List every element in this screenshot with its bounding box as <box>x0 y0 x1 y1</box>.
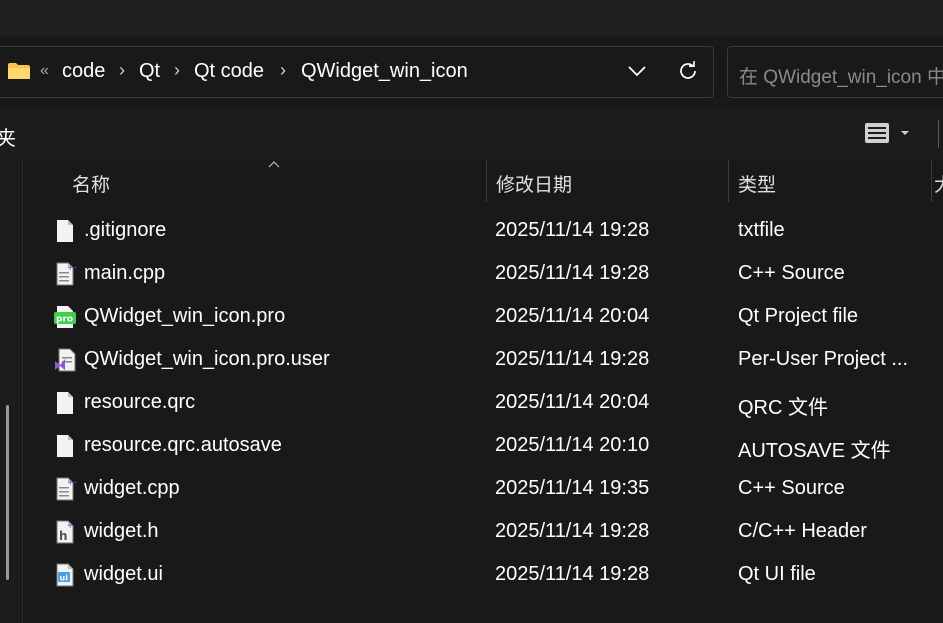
file-date: 2025/11/14 20:10 <box>495 434 650 456</box>
file-row[interactable]: .gitignore 2025/11/14 19:28 txtfile <box>45 209 943 252</box>
column-separator[interactable] <box>486 160 487 202</box>
file-date: 2025/11/14 19:28 <box>495 520 650 542</box>
file-name: widget.ui <box>84 563 163 585</box>
file-type: AUTOSAVE 文件 <box>738 440 891 462</box>
breadcrumb-qt[interactable]: Qt <box>139 60 160 83</box>
file-name: resource.qrc <box>84 391 196 413</box>
file-type: Per-User Project ... <box>738 348 909 370</box>
file-row[interactable]: QWidget_win_icon.pro.user 2025/11/14 19:… <box>45 338 943 381</box>
text-file-icon <box>57 392 73 414</box>
svg-text:+: + <box>67 521 74 530</box>
file-name: resource.qrc.autosave <box>84 434 282 456</box>
text-file-icon <box>57 435 73 457</box>
file-row[interactable]: resource.qrc 2025/11/14 20:04 QRC 文件 <box>45 381 943 424</box>
file-type: C++ Source <box>738 477 845 499</box>
file-type: txtfile <box>738 219 785 241</box>
file-name: .gitignore <box>84 219 167 241</box>
breadcrumb-qt-code[interactable]: Qt code <box>194 60 264 83</box>
svg-text:pro: pro <box>56 315 73 325</box>
header-file-icon: h + <box>56 520 74 544</box>
file-row[interactable]: pro QWidget_win_icon.pro 2025/11/14 20:0… <box>45 295 943 338</box>
file-name: QWidget_win_icon.pro <box>84 305 286 327</box>
breadcrumb-separator[interactable]: › <box>119 60 125 81</box>
file-type: Qt Project file <box>738 305 859 327</box>
file-date: 2025/11/14 20:04 <box>495 305 650 327</box>
breadcrumb-current-folder[interactable]: QWidget_win_icon <box>301 60 468 83</box>
file-name: main.cpp <box>84 262 166 284</box>
file-type: Qt UI file <box>738 563 816 585</box>
pane-divider[interactable] <box>22 160 23 623</box>
file-type: C++ Source <box>738 262 845 284</box>
breadcrumb-separator[interactable]: › <box>280 60 286 81</box>
navigation-scrollbar[interactable] <box>6 405 9 580</box>
file-name: widget.cpp <box>84 477 180 499</box>
file-date: 2025/11/14 19:28 <box>495 262 650 284</box>
sort-ascending-icon <box>268 161 280 168</box>
file-row[interactable]: ui widget.ui 2025/11/14 19:28 Qt UI file <box>45 553 943 596</box>
column-header-size[interactable]: 大 <box>934 170 943 197</box>
visual-studio-file-icon <box>55 348 76 372</box>
qt-ui-file-icon: ui <box>56 563 74 587</box>
command-bar <box>0 110 943 160</box>
file-date: 2025/11/14 19:28 <box>495 219 650 241</box>
svg-text:h: h <box>59 529 68 543</box>
file-type: C/C++ Header <box>738 520 867 542</box>
command-bar-label[interactable]: 夹 <box>0 122 16 151</box>
file-row[interactable]: h + widget.h 2025/11/14 19:28 C/C++ Head… <box>45 510 943 553</box>
column-separator[interactable] <box>728 160 729 202</box>
file-date: 2025/11/14 19:35 <box>495 477 650 499</box>
file-row[interactable]: ++ widget.cpp 2025/11/14 19:35 C++ Sourc… <box>45 467 943 510</box>
chevron-down-icon[interactable] <box>627 64 647 78</box>
file-date: 2025/11/14 19:28 <box>495 348 650 370</box>
list-view-icon[interactable] <box>864 122 890 144</box>
column-separator[interactable] <box>931 160 932 202</box>
breadcrumb-overflow[interactable]: « <box>40 62 49 80</box>
file-date: 2025/11/14 19:28 <box>495 563 650 585</box>
file-type: QRC 文件 <box>738 397 828 419</box>
navigation-pane <box>0 160 22 623</box>
file-row[interactable]: ++ main.cpp 2025/11/14 19:28 C++ Source <box>45 252 943 295</box>
command-bar-divider <box>938 120 939 148</box>
search-placeholder: 在 QWidget_win_icon 中搜索 <box>739 67 943 88</box>
file-date: 2025/11/14 20:04 <box>495 391 650 413</box>
svg-text:++: ++ <box>67 478 76 487</box>
refresh-icon[interactable] <box>677 60 699 82</box>
svg-text:ui: ui <box>60 574 69 583</box>
svg-text:++: ++ <box>67 263 76 272</box>
search-input[interactable]: 在 QWidget_win_icon 中搜索 <box>727 46 943 98</box>
file-row[interactable]: resource.qrc.autosave 2025/11/14 20:10 A… <box>45 424 943 467</box>
qt-pro-file-icon: pro <box>54 306 76 328</box>
column-header-name[interactable]: 名称 <box>72 170 110 197</box>
text-file-icon <box>57 220 73 242</box>
folder-icon <box>8 63 30 79</box>
title-bar <box>0 0 943 36</box>
breadcrumb-code[interactable]: code <box>62 60 105 83</box>
cpp-file-icon: ++ <box>56 262 76 286</box>
file-name: widget.h <box>84 520 159 542</box>
column-header-date[interactable]: 修改日期 <box>496 170 572 197</box>
column-header-type[interactable]: 类型 <box>738 170 776 197</box>
caret-down-icon[interactable] <box>900 130 910 137</box>
file-name: QWidget_win_icon.pro.user <box>84 348 330 370</box>
breadcrumb-separator[interactable]: › <box>174 60 180 81</box>
cpp-file-icon: ++ <box>56 477 76 501</box>
